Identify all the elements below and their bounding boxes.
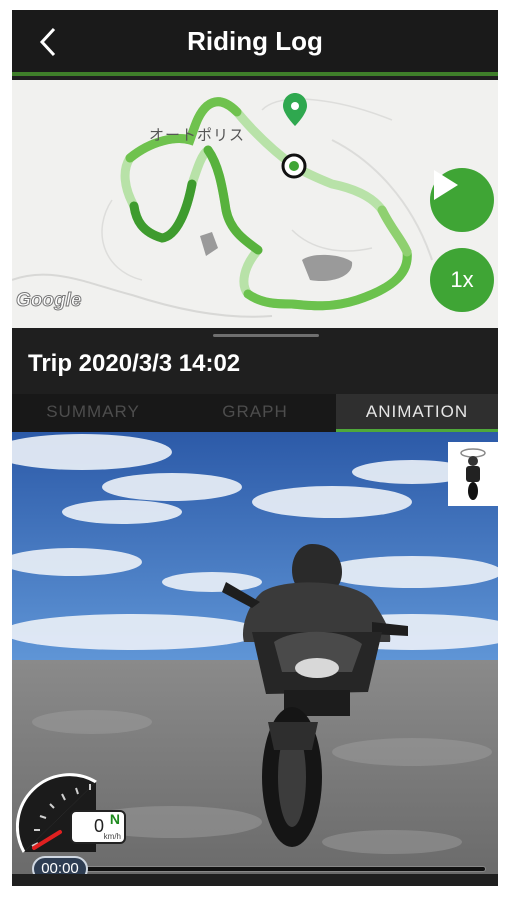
play-icon: [434, 170, 458, 200]
app-header: Riding Log: [12, 10, 498, 76]
tab-bar: SUMMARY GRAPH ANIMATION: [12, 394, 498, 432]
bike-thumbnail[interactable]: [448, 442, 498, 506]
gear-indicator: N: [109, 811, 120, 827]
google-logo: Google: [15, 290, 82, 312]
page-title: Riding Log: [187, 26, 323, 56]
playback-seek-bar[interactable]: [84, 866, 486, 872]
ride-animation-view[interactable]: 0 N km/h 00:00: [12, 432, 498, 874]
speed-unit: km/h: [103, 832, 121, 841]
place-label: オートポリス: [149, 127, 246, 144]
tab-graph[interactable]: GRAPH: [174, 394, 336, 432]
tab-summary[interactable]: SUMMARY: [12, 394, 174, 432]
map-area: [200, 232, 218, 256]
speed-readout: 0 N km/h: [70, 810, 126, 844]
trip-title: Trip 2020/3/3 14:02: [28, 350, 241, 377]
tab-animation[interactable]: ANIMATION: [336, 394, 498, 432]
location-pin-icon: [283, 93, 307, 126]
map-area: [302, 254, 353, 282]
app-screen: Riding Log オートポリス Google 1x Trip 2020/3/…: [12, 10, 498, 886]
chevron-left-icon: [39, 27, 56, 57]
map-canvas: [12, 93, 433, 318]
playback-speed-button[interactable]: 1x: [430, 248, 494, 312]
motorcycle-icon: [460, 448, 486, 500]
speed-value: 0: [93, 816, 104, 836]
drag-handle[interactable]: [213, 334, 319, 337]
course-map[interactable]: オートポリス Google 1x: [12, 80, 498, 328]
back-button[interactable]: [30, 24, 66, 60]
playback-time[interactable]: 00:00: [32, 856, 88, 874]
play-button[interactable]: [430, 168, 494, 232]
